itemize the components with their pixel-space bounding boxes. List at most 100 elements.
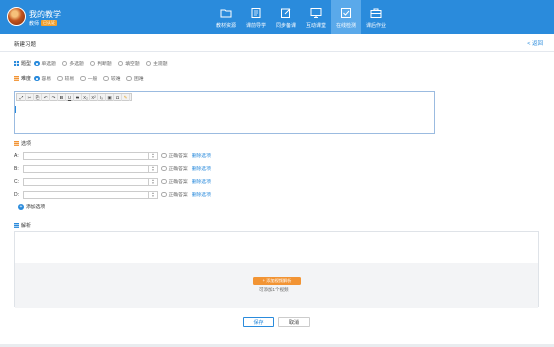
option-letter: D: (14, 191, 19, 198)
radio-dot (34, 60, 40, 67)
radio-label: 容易 (41, 77, 52, 82)
analysis-text-area[interactable] (15, 232, 538, 263)
copy-icon[interactable]: ⎘ (34, 94, 42, 101)
radio-dot (161, 178, 167, 185)
radio-dot (80, 75, 86, 82)
correct-answer-radio[interactable]: 正确答案 (161, 152, 188, 159)
radio-dot (103, 75, 109, 82)
radio-dot (89, 60, 96, 67)
clear-format-button[interactable]: Iₓ (98, 94, 106, 101)
correct-label: 正确答案 (168, 154, 188, 159)
difficulty-text: 难度 (21, 76, 32, 82)
question-type-options: 单选题 多选题 判断题 填空题 主观题 (34, 60, 174, 67)
redo-icon[interactable]: ↷ (50, 94, 58, 101)
logo (7, 7, 26, 26)
list-icon (14, 141, 19, 146)
correct-answer-radio[interactable]: 正确答案 (161, 165, 188, 172)
option-row-c: C: ▲ ▼ 正确答案 删除选项 (14, 177, 211, 186)
strikethrough-button[interactable]: S (74, 94, 82, 101)
radio-hard[interactable]: 困难 (126, 75, 144, 82)
option-b-input[interactable] (23, 164, 149, 173)
cancel-button[interactable]: 取消 (278, 317, 310, 327)
options-label: 选项 (14, 140, 31, 147)
radio-label: 困难 (133, 77, 144, 82)
radio-fairly-hard[interactable]: 较难 (103, 75, 120, 82)
radio-fill-blank[interactable]: 填空题 (117, 60, 140, 67)
nav-item-pre-class[interactable]: 课前导学 (241, 0, 271, 34)
analysis-text: 解析 (21, 223, 32, 229)
page-title: 新建习题 (14, 42, 37, 48)
add-video-analysis-button[interactable]: + 添加视频解析 (253, 277, 301, 285)
option-stepper[interactable]: ▲ ▼ (149, 151, 158, 160)
nav-item-lesson-prep[interactable]: 同步备课 (271, 0, 301, 34)
radio-fairly-easy[interactable]: 较易 (57, 75, 74, 82)
correct-answer-radio[interactable]: 正确答案 (161, 191, 188, 198)
radio-true-false[interactable]: 判断题 (89, 60, 112, 67)
edit-icon (281, 8, 291, 18)
bars-icon (14, 76, 19, 81)
option-row-a: A: ▲ ▼ 正确答案 删除选项 (14, 151, 211, 160)
text-caret (15, 106, 16, 113)
checkbox-icon (341, 8, 351, 18)
radio-medium[interactable]: 一般 (80, 75, 97, 82)
nav-label: 课前导学 (245, 23, 266, 29)
option-letter: A: (14, 152, 19, 159)
radio-dot (161, 191, 167, 198)
delete-option-link[interactable]: 删除选项 (192, 191, 211, 198)
radio-easy[interactable]: 容易 (34, 75, 51, 82)
nav-item-homework[interactable]: 课后作业 (361, 0, 391, 34)
underline-button[interactable]: U (66, 94, 74, 101)
option-stepper[interactable]: ▲ ▼ (149, 164, 158, 173)
undo-icon[interactable]: ↶ (42, 94, 50, 101)
radio-multiple-choice[interactable]: 多选题 (61, 60, 84, 67)
title-row: 新建习题 < 返回 (0, 34, 554, 52)
image-icon[interactable]: ▣ (106, 94, 114, 101)
delete-option-link[interactable]: 删除选项 (192, 165, 211, 172)
difficulty-options: 容易 较易 一般 较难 困难 (34, 75, 150, 82)
cut-icon[interactable]: ✂ (26, 94, 34, 101)
option-row-b: B: ▲ ▼ 正确答案 删除选项 (14, 164, 211, 173)
back-link[interactable]: < 返回 (527, 39, 543, 47)
save-button[interactable]: 保存 (243, 317, 274, 327)
radio-label: 单选题 (41, 62, 56, 67)
option-d-input[interactable] (23, 190, 149, 199)
correct-label: 正确答案 (168, 180, 188, 185)
maximize-icon[interactable]: ⤢ (18, 94, 26, 101)
list-icon (14, 223, 19, 228)
option-c-input[interactable] (23, 177, 149, 186)
formula-icon[interactable]: ✎ (122, 94, 130, 101)
nav-item-textbook-resources[interactable]: 教材资源 (211, 0, 241, 34)
main-nav: 教材资源 课前导学 同步备课 互动课堂 在线检测 课后作业 (211, 0, 391, 34)
radio-subjective[interactable]: 主观题 (145, 60, 168, 67)
radio-dot (161, 165, 167, 172)
editor-toolbar: ⤢ ✂ ⎘ ↶ ↷ B U S X₂ X² Iₓ ▣ Ω ✎ (16, 93, 132, 101)
folder-icon (220, 9, 232, 18)
nav-item-online-test[interactable]: 在线检测 (331, 0, 361, 34)
bold-button[interactable]: B (58, 94, 66, 101)
nav-item-interactive-class[interactable]: 互动课堂 (301, 0, 331, 34)
delete-option-link[interactable]: 删除选项 (192, 178, 211, 185)
analysis-panel (14, 231, 539, 308)
option-stepper[interactable]: ▲ ▼ (149, 190, 158, 199)
radio-dot (34, 75, 40, 82)
radio-label: 一般 (87, 77, 98, 82)
delete-option-link[interactable]: 删除选项 (192, 152, 211, 159)
radio-label: 多选题 (69, 62, 84, 67)
add-option-button[interactable]: + 添加选项 (18, 203, 45, 210)
option-stepper[interactable]: ▲ ▼ (149, 177, 158, 186)
radio-label: 填空题 (125, 62, 140, 67)
subscript-button[interactable]: X₂ (82, 94, 90, 101)
upload-hint: 可添加1个视频 (259, 287, 289, 292)
option-letter: C: (14, 178, 19, 185)
briefcase-icon (370, 8, 382, 18)
superscript-button[interactable]: X² (90, 94, 98, 101)
analysis-label: 解析 (14, 222, 31, 229)
option-a-input[interactable] (23, 151, 149, 160)
nav-label: 在线检测 (335, 23, 356, 29)
option-letter: B: (14, 165, 19, 172)
radio-single-choice[interactable]: 单选题 (34, 60, 56, 67)
special-char-icon[interactable]: Ω (114, 94, 122, 101)
question-type-label: 题型 (14, 60, 31, 67)
difficulty-label: 难度 (14, 75, 31, 82)
correct-answer-radio[interactable]: 正确答案 (161, 178, 188, 185)
